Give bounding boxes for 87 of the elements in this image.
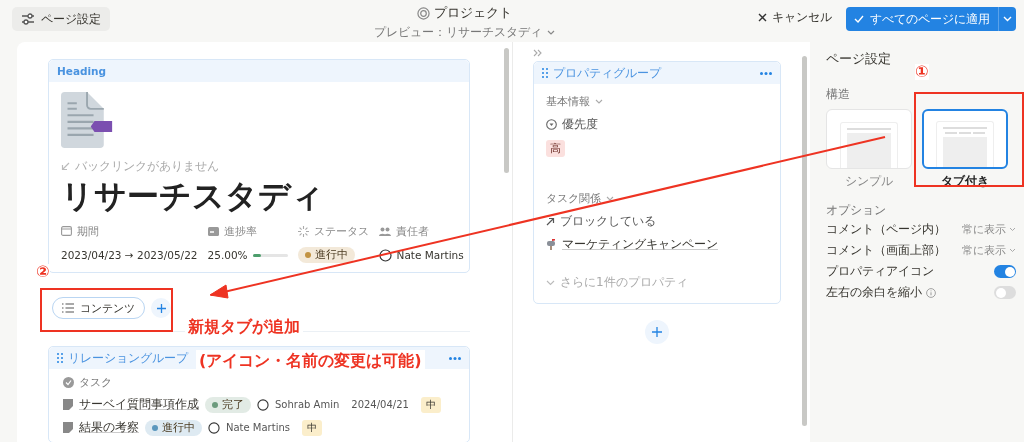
- property-label: 進捗率: [223, 223, 257, 239]
- layout-label: シンプル: [845, 173, 893, 190]
- status-tag: 進行中: [297, 247, 355, 264]
- property-label: 期間: [77, 223, 99, 239]
- priority-tag: 高: [546, 140, 565, 157]
- backlinks-text: バックリンクがありません: [75, 158, 219, 175]
- window-title: プロジェクト: [433, 4, 512, 22]
- list-icon: [62, 303, 74, 314]
- block-label: Heading: [57, 65, 107, 77]
- related-page-link[interactable]: マーケティングキャンペーン: [562, 237, 718, 252]
- person-name: Sohrab Amin: [275, 399, 340, 411]
- avatar-icon: [257, 398, 269, 411]
- option-label: コメント（画面上部）: [826, 242, 946, 259]
- section-label: タスク関係: [546, 191, 601, 206]
- priority-tag: 中: [420, 396, 441, 413]
- property-label: 優先度: [562, 117, 598, 132]
- option-label: プロパティアイコン: [826, 263, 934, 280]
- drag-handle-icon: [57, 353, 63, 364]
- property-value: Nate Martins: [396, 249, 464, 262]
- plus-icon: [652, 327, 662, 337]
- group-title: リレーショングループ: [68, 349, 188, 367]
- relation-label: タスク: [79, 375, 112, 391]
- preview-dropdown[interactable]: プレビュー：リサーチスタディ: [373, 24, 555, 41]
- drag-handle-icon: [542, 68, 548, 78]
- calendar-icon: [61, 226, 72, 237]
- step-number: ①: [915, 64, 929, 80]
- property-value: 2023/04/23 → 2023/05/22: [61, 249, 198, 262]
- chevron-down-icon: [1009, 248, 1016, 253]
- close-icon: [758, 13, 767, 22]
- option-label: コメント（ページ内）: [826, 221, 946, 238]
- page-icon: [63, 422, 73, 434]
- avatar-icon: [378, 248, 392, 262]
- avatar-icon: [208, 421, 220, 434]
- page-title: リサーチスタディ: [61, 179, 325, 215]
- chevron-down-icon: [546, 279, 555, 286]
- status-tag: 進行中: [145, 419, 202, 436]
- mailbox-icon: [546, 239, 557, 250]
- toggle-switch[interactable]: [994, 286, 1016, 299]
- property-label: ステータス: [313, 223, 369, 239]
- plus-icon: [156, 303, 166, 313]
- cancel-button[interactable]: キャンセル: [758, 9, 832, 26]
- progress-icon: [207, 226, 219, 236]
- add-tab-button[interactable]: [151, 298, 171, 319]
- toggle-switch[interactable]: [994, 265, 1016, 278]
- task-link[interactable]: 結果の考察: [79, 419, 139, 437]
- chevron-down-icon: [595, 99, 603, 104]
- check-circle-icon: [63, 377, 74, 389]
- document-icon: [61, 92, 114, 148]
- section-label: 構造: [826, 86, 851, 103]
- check-icon: [854, 15, 864, 23]
- task-link[interactable]: サーベイ質問事項作成: [79, 396, 199, 414]
- option-dropdown[interactable]: 常に表示: [962, 222, 1016, 237]
- layout-option-card[interactable]: [922, 109, 1008, 169]
- person-name: Nate Martins: [226, 422, 290, 434]
- date-text: 2024/04/21: [351, 399, 409, 411]
- sliders-icon: [21, 13, 35, 25]
- double-chevron-icon[interactable]: [533, 49, 542, 57]
- option-label: 左右の余白を縮小: [826, 284, 922, 301]
- property-label: 責任者: [395, 223, 429, 239]
- apply-button[interactable]: すべてのページに適用: [846, 7, 998, 31]
- more-icon[interactable]: [449, 356, 461, 360]
- priority-tag: 中: [302, 419, 322, 436]
- target-icon: [416, 6, 430, 20]
- section-label: 基本情報: [546, 94, 590, 109]
- page-icon: [63, 399, 73, 411]
- property-value: 25.00%: [207, 249, 248, 262]
- more-icon[interactable]: [760, 71, 772, 75]
- sidebar-title: ページ設定: [826, 50, 892, 68]
- dropdown-circle-icon: [546, 119, 557, 130]
- scrollbar[interactable]: [504, 48, 509, 173]
- page-settings-button[interactable]: ページ設定: [12, 7, 110, 31]
- section-label: オプション: [826, 202, 887, 219]
- group-title: プロパティグループ: [553, 64, 661, 82]
- option-dropdown[interactable]: 常に表示: [962, 243, 1016, 258]
- chevron-down-icon: [546, 29, 555, 36]
- arrow-up-right-icon: [546, 217, 555, 226]
- chevron-down-icon: [606, 196, 614, 201]
- people-icon: [378, 226, 391, 236]
- chevron-down-icon: [1003, 16, 1012, 22]
- chevron-down-icon: [1009, 227, 1016, 232]
- arrow-down-left-icon: [61, 162, 70, 171]
- scrollbar[interactable]: [802, 56, 807, 426]
- add-group-button[interactable]: [645, 320, 669, 344]
- status-tag: 完了: [205, 396, 251, 413]
- property-label: ブロックしている: [560, 214, 656, 229]
- tab[interactable]: コンテンツ: [52, 297, 145, 320]
- loading-icon: [297, 225, 309, 237]
